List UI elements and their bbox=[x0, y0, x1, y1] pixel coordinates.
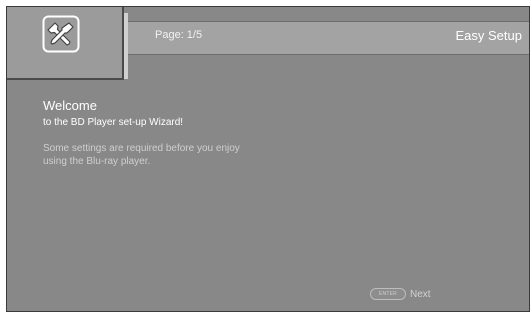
setup-description: Some settings are required before you en… bbox=[43, 142, 303, 168]
next-button[interactable]: ENTER Next bbox=[370, 288, 431, 300]
next-label: Next bbox=[410, 288, 431, 300]
icon-panel-shadow bbox=[124, 13, 128, 79]
setup-screen: Page: 1/5 Easy Setup Welcome to the BD P… bbox=[6, 6, 530, 312]
description-line: using the Blu-ray player. bbox=[43, 156, 151, 167]
setup-icon-panel bbox=[7, 7, 128, 80]
welcome-title: Welcome bbox=[43, 98, 97, 113]
description-line: Some settings are required before you en… bbox=[43, 143, 240, 154]
page-title: Easy Setup bbox=[455, 28, 523, 43]
enter-key-icon: ENTER bbox=[370, 288, 406, 300]
welcome-subtitle: to the BD Player set-up Wizard! bbox=[43, 117, 184, 128]
page-indicator: Page: 1/5 bbox=[155, 29, 203, 41]
wrench-screwdriver-icon bbox=[42, 15, 80, 53]
